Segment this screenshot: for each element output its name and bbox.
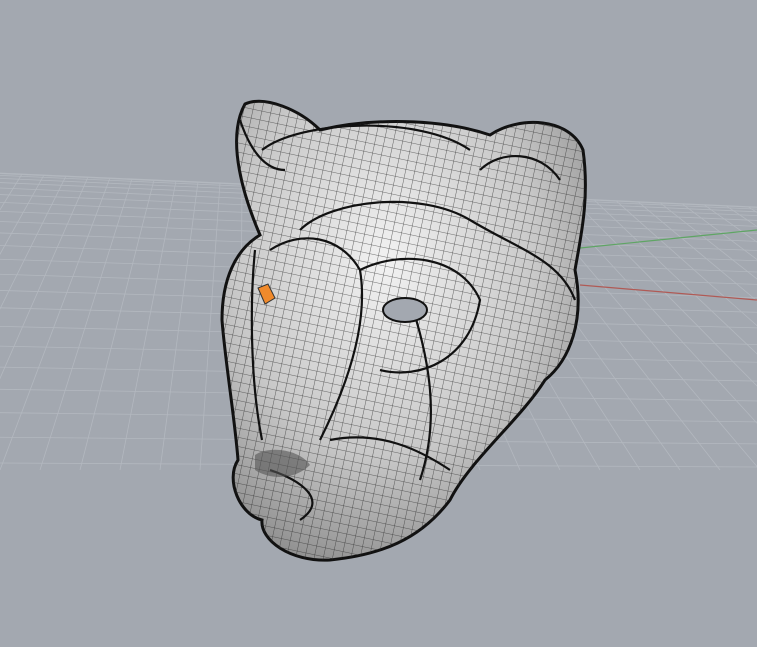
grid-line [0, 173, 23, 211]
y-axis-line [579, 229, 757, 249]
grid-line [119, 180, 177, 471]
grid-line [0, 174, 45, 255]
grid-line [0, 177, 111, 471]
grid-line [703, 204, 757, 243]
grid-line [0, 175, 67, 310]
grid-line [725, 205, 757, 227]
x-axis-line [579, 284, 757, 301]
panther-head-model[interactable] [200, 90, 600, 570]
grid-line [637, 201, 757, 302]
grid-line [79, 179, 155, 471]
grid-line [615, 200, 757, 327]
eye-socket-right [382, 297, 428, 323]
grid-line [159, 181, 199, 471]
grid-line [199, 182, 221, 471]
rhino-perspective-viewport[interactable] [0, 0, 757, 647]
viewport-canvas[interactable] [0, 0, 757, 647]
grid-line [39, 178, 133, 471]
grid-line [747, 206, 757, 213]
grid-line [681, 203, 757, 260]
